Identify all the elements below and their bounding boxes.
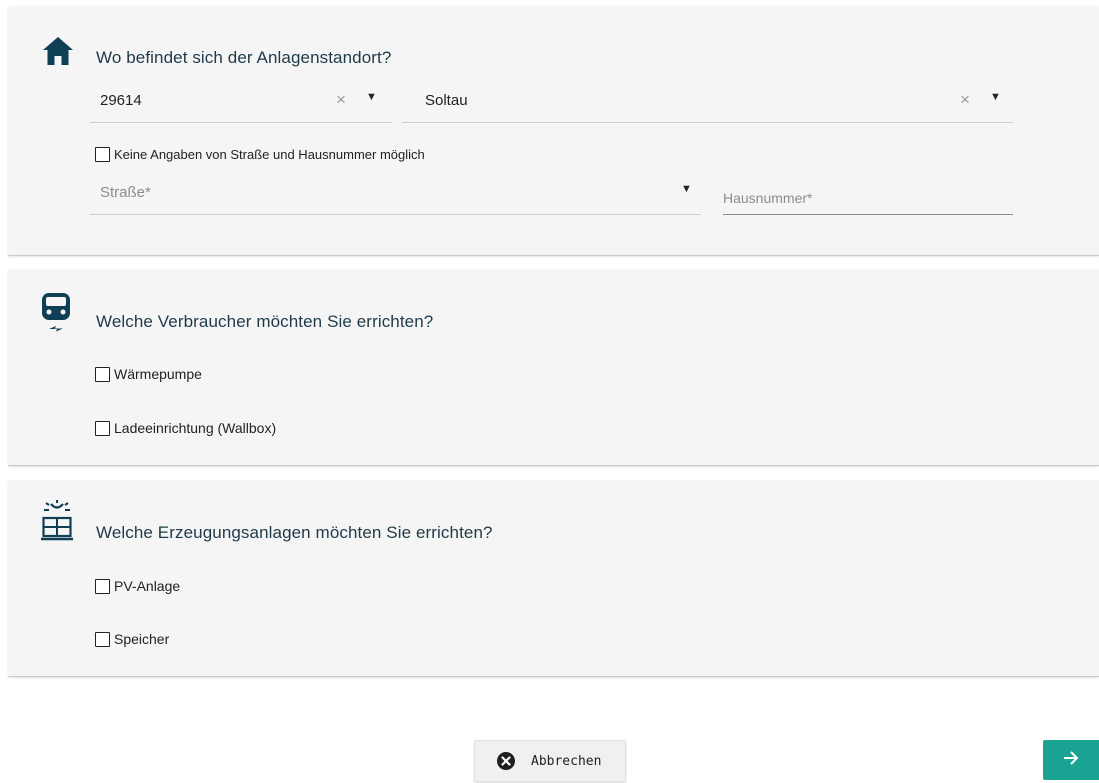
- location-title: Wo befindet sich der Anlagenstandort?: [96, 48, 392, 67]
- checkbox[interactable]: [95, 366, 110, 382]
- street-select[interactable]: Straße* ▼: [90, 172, 701, 215]
- option-label: Wärmepumpe: [114, 366, 202, 382]
- checkbox[interactable]: [95, 420, 110, 436]
- solar-panel-icon: [40, 498, 74, 547]
- next-button[interactable]: [1043, 740, 1099, 780]
- generators-title: Welche Erzeugungsanlagen möchten Sie err…: [96, 523, 493, 542]
- checkbox[interactable]: [95, 631, 110, 647]
- location-card: Wo befindet sich der Anlagenstandort? 29…: [8, 6, 1099, 256]
- close-circle-icon: [497, 752, 515, 770]
- zip-clear-icon[interactable]: ×: [334, 90, 348, 110]
- consumers-title: Welche Verbraucher möchten Sie errichten…: [96, 312, 434, 331]
- generators-card: Welche Erzeugungsanlagen möchten Sie err…: [8, 480, 1099, 677]
- arrow-right-icon: [1062, 750, 1080, 771]
- cancel-button[interactable]: Abbrechen: [474, 740, 626, 782]
- zip-select[interactable]: 29614 × ▼: [90, 80, 392, 123]
- street-placeholder: Straße*: [100, 184, 151, 201]
- zip-value: 29614: [100, 92, 142, 109]
- option-label: PV-Anlage: [114, 578, 181, 594]
- city-value: Soltau: [425, 92, 468, 109]
- car-charging-icon: [39, 291, 75, 340]
- checkbox[interactable]: [95, 146, 110, 162]
- option-label: Speicher: [114, 631, 170, 647]
- option-storage[interactable]: Speicher: [95, 630, 169, 648]
- city-chevron-down-icon[interactable]: ▼: [990, 91, 1001, 103]
- no-street-checkbox[interactable]: Keine Angaben von Straße und Hausnummer …: [95, 145, 425, 163]
- city-select[interactable]: Soltau × ▼: [402, 80, 1013, 123]
- housenumber-input[interactable]: Hausnummer*: [723, 172, 1013, 215]
- consumers-card: Welche Verbraucher möchten Sie errichten…: [8, 269, 1099, 466]
- street-chevron-down-icon[interactable]: ▼: [681, 183, 692, 195]
- option-label: Ladeeinrichtung (Wallbox): [114, 420, 277, 436]
- home-icon: [41, 35, 75, 72]
- option-pv[interactable]: PV-Anlage: [95, 577, 180, 595]
- zip-chevron-down-icon[interactable]: ▼: [366, 91, 377, 103]
- option-heatpump[interactable]: Wärmepumpe: [95, 365, 202, 383]
- city-clear-icon[interactable]: ×: [958, 90, 972, 110]
- option-wallbox[interactable]: Ladeeinrichtung (Wallbox): [95, 419, 276, 437]
- checkbox[interactable]: [95, 578, 110, 594]
- housenumber-placeholder: Hausnummer*: [723, 190, 813, 206]
- cancel-label: Abbrechen: [531, 753, 602, 769]
- no-street-label: Keine Angaben von Straße und Hausnummer …: [114, 146, 425, 162]
